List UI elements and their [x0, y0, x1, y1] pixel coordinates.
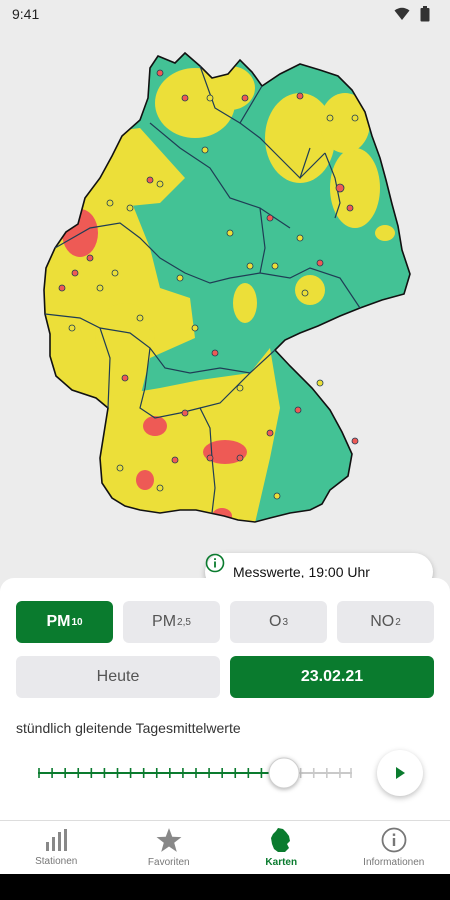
nav-favoriten-label: Favoriten [147, 857, 190, 868]
bar-chart-icon [46, 829, 68, 851]
nav-stationen[interactable]: Stationen [0, 821, 113, 874]
info-icon [381, 827, 407, 853]
wifi-icon [394, 7, 410, 20]
play-icon [396, 767, 405, 779]
status-icons [394, 6, 430, 22]
play-button[interactable] [377, 750, 423, 796]
germany-map-icon [271, 828, 291, 852]
star-icon [156, 828, 182, 852]
nav-favoriten[interactable]: Favoriten [113, 821, 226, 874]
pollutant-pm25-button[interactable]: PM 2,5 [123, 601, 220, 643]
nav-karten[interactable]: Karten [225, 821, 338, 874]
time-slider[interactable] [38, 763, 352, 783]
system-navigation-bar [0, 874, 450, 900]
day-date-button[interactable]: 23.02.21 [230, 656, 434, 698]
averaging-hint: stündlich gleitende Tagesmittelwerte [16, 720, 241, 736]
app-screen: 9:41 Messwerte, 19:00 Uhr PM 10 PM 2,5 O… [0, 0, 450, 874]
status-bar: 9:41 [0, 0, 450, 28]
pollutant-selector: PM 10 PM 2,5 O3 NO 2 [16, 601, 434, 643]
nav-stationen-label: Stationen [35, 856, 78, 867]
battery-icon [420, 6, 430, 22]
germany-map[interactable] [0, 28, 450, 578]
day-today-button[interactable]: Heute [16, 656, 220, 698]
nav-informationen[interactable]: Informationen [338, 821, 450, 874]
pollutant-o3-button[interactable]: O3 [230, 601, 327, 643]
day-selector: Heute 23.02.21 [16, 656, 434, 698]
nav-informationen-label: Informationen [363, 857, 425, 868]
control-panel: PM 10 PM 2,5 O3 NO 2 Heute 23.02.21 stündli… [0, 578, 450, 820]
pollutant-pm10-button[interactable]: PM 10 [16, 601, 113, 643]
info-icon[interactable] [205, 553, 225, 573]
bottom-navigation: Stationen Favoriten Karten Informationen [0, 820, 450, 874]
nav-karten-label: Karten [265, 857, 298, 868]
pollutant-no2-button[interactable]: NO 2 [337, 601, 434, 643]
status-time: 9:41 [12, 6, 40, 22]
air-quality-map[interactable]: Messwerte, 19:00 Uhr [0, 28, 450, 591]
